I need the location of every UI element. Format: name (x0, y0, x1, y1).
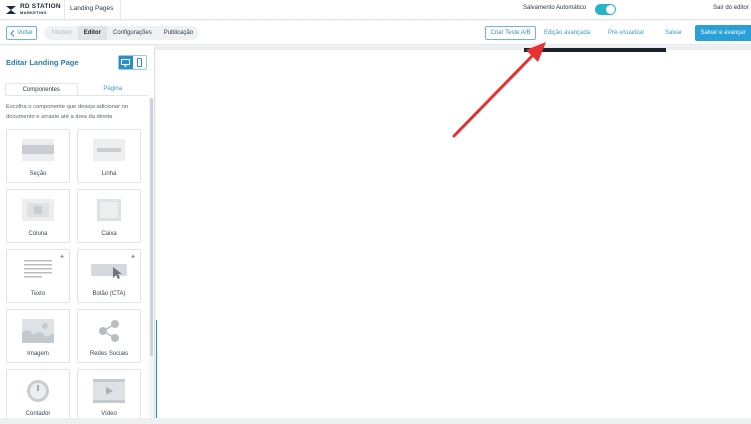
save-and-continue-button[interactable]: Salvar e avançar (695, 25, 751, 41)
sidebar-title: Editar Landing Page (6, 58, 79, 67)
logo-subtext: MARKETING (20, 10, 47, 15)
component-texto[interactable]: ✦ Texto (6, 249, 70, 303)
step-navigation: Modelo Editor Configurações Publicação (44, 26, 200, 40)
bottom-strip (0, 418, 751, 424)
image-icon (22, 319, 54, 343)
component-label: Texto (30, 291, 46, 297)
line-icon (93, 139, 125, 161)
component-imagem[interactable]: Imagem (6, 309, 70, 363)
button-icon (91, 264, 127, 279)
text-icon (24, 260, 52, 278)
back-button[interactable]: Voltar (6, 26, 37, 40)
sidebar-tabs: Componentes Página (5, 83, 148, 96)
rd-station-logo[interactable]: RD STATION MARKETING (5, 3, 61, 17)
component-secao[interactable]: Seção (6, 129, 70, 183)
component-label: Seção (29, 171, 47, 177)
component-label: Contador (25, 411, 51, 417)
section-icon (22, 139, 54, 161)
app-section-title[interactable]: Landing Pages (70, 5, 113, 12)
component-botao-cta[interactable]: ✦ Botão (CTA) (77, 249, 141, 303)
box-icon (97, 199, 121, 221)
tab-componentes[interactable]: Componentes (5, 83, 78, 95)
new-badge-icon: ✦ (59, 254, 65, 261)
advanced-edit-link[interactable]: Edição avançada (544, 30, 590, 36)
component-coluna[interactable]: Coluna (6, 189, 70, 243)
editor-sidebar: Editar Landing Page Componentes Página E… (0, 46, 155, 418)
create-ab-test-button[interactable]: Criar Teste A/B (485, 26, 536, 40)
step-editor[interactable]: Editor (77, 26, 108, 40)
editor-toolbar: Voltar Modelo Editor Configurações Publi… (0, 21, 751, 45)
component-linha[interactable]: Linha (77, 129, 141, 183)
logo-text: RD STATION (20, 3, 61, 10)
component-label: Linha (101, 171, 117, 177)
mobile-view-button[interactable] (133, 56, 147, 69)
sidebar-scrollbar[interactable] (150, 98, 153, 356)
component-label: Imagem (27, 351, 49, 357)
divider (64, 0, 65, 20)
step-modelo[interactable]: Modelo (44, 26, 78, 40)
page-canvas[interactable] (156, 46, 751, 418)
component-contador[interactable]: Contador (6, 369, 70, 418)
preview-link[interactable]: Pré-visualizar (608, 30, 644, 36)
back-button-label: Voltar (17, 30, 33, 36)
top-header: RD STATION MARKETING Landing Pages Salva… (0, 0, 751, 20)
step-publicacao[interactable]: Publicação (157, 26, 200, 40)
component-label: Coluna (28, 231, 48, 237)
mobile-icon (136, 58, 142, 67)
component-video[interactable]: Vídeo (77, 369, 141, 418)
column-icon (22, 199, 54, 221)
instructions-text: Escolha o componente que deseja adiciona… (6, 104, 129, 120)
component-label: Caixa (101, 231, 117, 237)
new-badge-icon: ✦ (130, 254, 136, 261)
component-redes-sociais[interactable]: Redes Sociais (77, 309, 141, 363)
social-icon (99, 320, 119, 342)
toggle-knob (606, 5, 615, 14)
logo-icon (6, 6, 16, 14)
tab-pagina[interactable]: Página (78, 83, 149, 95)
exit-editor-link[interactable]: Sair do editor (713, 5, 749, 11)
desktop-view-button[interactable] (119, 56, 133, 69)
component-label: Vídeo (101, 411, 117, 417)
video-icon (93, 379, 125, 403)
canvas-header-block[interactable] (524, 48, 666, 52)
save-link[interactable]: Salvar (665, 30, 682, 36)
autosave-toggle[interactable] (595, 4, 616, 15)
autosave-label: Salvamento Automático (523, 5, 587, 11)
divider (120, 0, 121, 20)
desktop-icon (121, 58, 131, 66)
canvas-selection-edge (156, 320, 157, 418)
component-label: Redes Sociais (89, 351, 129, 357)
chevron-left-icon (10, 29, 15, 37)
component-caixa[interactable]: Caixa (77, 189, 141, 243)
device-switcher (118, 55, 147, 70)
component-label: Botão (CTA) (92, 291, 126, 297)
counter-icon (27, 380, 49, 402)
step-configuracoes[interactable]: Configurações (107, 26, 158, 40)
